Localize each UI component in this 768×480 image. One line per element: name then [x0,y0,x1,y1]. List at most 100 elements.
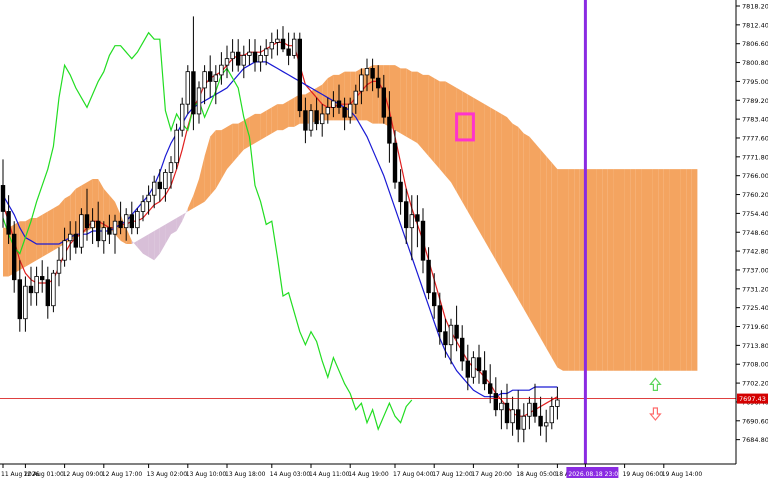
price-tick-label: 7690.60 [742,417,768,425]
time-tick-label: 17 Aug 20:00 [471,471,512,478]
bear-candle [17,279,22,320]
bear-candle [476,357,482,372]
bull-candle [90,220,95,229]
time-tick-label: 12 Aug 17:00 [102,471,143,478]
bull-candle [241,55,246,66]
cloud-segment [260,110,267,140]
cloud-segment [271,104,278,134]
bear-candle [532,402,538,417]
price-tick-label: 7754.40 [742,210,768,218]
cloud-segment [658,169,664,371]
cloud-segment [647,169,653,371]
cloud-segment [148,230,155,261]
bear-candle [403,201,409,229]
bear-candle [370,68,375,79]
current-price-label: 7697.43 [739,395,766,403]
cloud-segment [686,169,692,371]
cloud-segment [540,149,547,348]
bull-candle [213,74,218,82]
bear-candle [336,100,342,108]
cloud-segment [406,68,412,140]
bear-candle [426,259,431,294]
bear-candle [314,110,319,125]
bull-candle [79,214,84,248]
cloud-segment [563,169,569,371]
cloud-segment [663,169,670,371]
bull-candle [510,409,515,424]
bear-candle [11,233,17,281]
bear-candle [387,116,392,144]
bull-candle [62,240,67,261]
cloud-segment [400,68,407,137]
price-tick-label: 7818.20 [742,3,768,11]
cloud-segment [210,130,216,196]
bull-candle [448,324,454,346]
time-tick-label: 12 Aug 01:00 [23,471,64,478]
cloud-segment [630,169,636,371]
bear-candle [286,48,291,56]
time-tick-label: 12 Aug 09:00 [63,471,104,478]
cloud-segment [551,162,558,368]
bull-candle [258,55,263,63]
cloud-segment [462,91,468,212]
cloud-segment [277,104,283,131]
bull-candle [364,68,370,76]
cloud-segment [333,74,339,121]
price-tick-label: 7725.40 [742,304,768,312]
bear-candle [28,285,34,294]
bull-candle [112,220,118,235]
cloud-segment [232,123,239,163]
bear-candle [0,185,6,212]
bull-candle [146,194,151,203]
bear-candle [84,214,90,229]
bull-candle [269,42,274,50]
bear-candle [252,51,258,63]
bear-candle [415,214,420,222]
bear-candle [504,402,510,424]
bear-candle [303,110,308,131]
price-tick-label: 7812.40 [742,21,768,29]
price-tick-label: 7760.20 [742,191,768,199]
price-tick-label: 7800.80 [742,59,768,67]
bull-candle [499,402,504,411]
cloud-segment [456,87,463,202]
cloud-segment [591,169,597,371]
bull-candle [471,357,476,378]
bear-candle [73,233,78,248]
bear-candle [459,337,465,362]
bear-candle [392,142,398,183]
bull-candle [353,90,358,105]
cloud-segment [479,100,485,241]
cloud-segment [445,81,451,183]
ichimoku-candlestick-chart[interactable]: 7818.20 7812.40 7806.60 7800.80 7795.00 7789.… [0,0,768,480]
cloud-segment [641,169,647,371]
time-tick-label: 18 Aug 05:00 [516,471,557,478]
cloud-segment [568,169,575,371]
bull-candle [124,214,129,229]
bull-candle [521,415,526,430]
bull-candle [319,113,325,125]
bull-candle [275,38,280,43]
price-tick-label: 7771.80 [742,153,768,161]
bear-candle [482,370,487,385]
cloud-segment [395,65,401,134]
time-tick-label: 17 Aug 04:00 [393,471,434,478]
bull-candle [325,107,330,115]
cloud-segment [680,169,687,371]
bear-candle [129,214,134,229]
bull-candle [549,406,554,424]
cloud-segment [635,169,642,371]
bull-candle [163,172,168,190]
bull-candle [544,422,549,427]
price-tick-label: 7713.80 [742,342,768,350]
bear-candle [454,324,459,339]
cloud-segment [518,126,524,309]
time-tick-label: 14 Aug 19:00 [348,471,389,478]
time-tick-label: 13 Aug 18:00 [225,471,266,478]
bear-candle [431,292,437,307]
cloud-segment [288,97,295,127]
bull-candle [202,71,207,89]
cloud-segment [428,74,435,163]
bull-candle [68,233,73,242]
cloud-segment [596,169,603,371]
